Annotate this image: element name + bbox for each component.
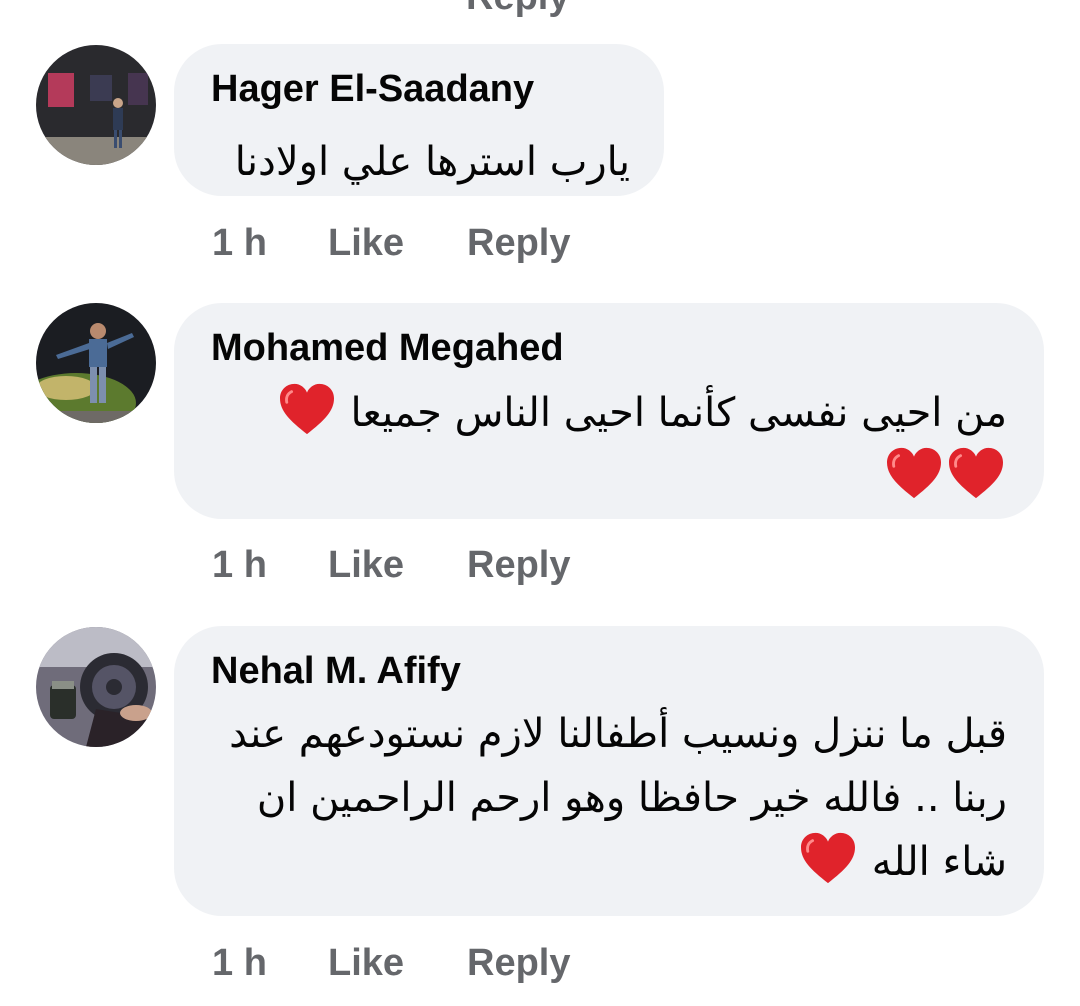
comment-bubble: Hager El-Saadany يارب استرها علي اولادنا bbox=[174, 44, 664, 196]
reply-button[interactable]: Reply bbox=[467, 222, 570, 265]
comment-author[interactable]: Hager El-Saadany bbox=[211, 68, 534, 111]
red-heart-emoji bbox=[947, 446, 1005, 500]
comment-line: شاء الله bbox=[229, 830, 1007, 894]
like-button[interactable]: Like bbox=[328, 942, 404, 985]
comment-timestamp[interactable]: 1 h bbox=[212, 544, 267, 587]
previous-reply-link[interactable]: Reply bbox=[466, 0, 569, 19]
red-heart-emoji bbox=[885, 446, 943, 500]
reply-button[interactable]: Reply bbox=[467, 544, 570, 587]
comment-author[interactable]: Nehal M. Afify bbox=[211, 650, 461, 693]
comment-text: قبل ما ننزل ونسيب أطفالنا لازم نستودعهم … bbox=[229, 702, 1007, 894]
comment-line: ربنا .. فالله خير حافظا وهو ارحم الراحمي… bbox=[256, 775, 1007, 821]
comment-bubble: Mohamed Megahed من احيى نفسى كأنما احيى … bbox=[174, 303, 1044, 519]
comment-bubble: Nehal M. Afify قبل ما ننزل ونسيب أطفالنا… bbox=[174, 626, 1044, 916]
red-heart-emoji bbox=[278, 382, 336, 436]
comment-text: من احيى نفسى كأنما احيى الناس جميعا bbox=[276, 381, 1007, 509]
avatar-photo bbox=[36, 627, 156, 747]
red-heart-emoji bbox=[799, 831, 857, 885]
like-button[interactable]: Like bbox=[328, 222, 404, 265]
avatar-photo bbox=[36, 303, 156, 423]
avatar-photo bbox=[36, 45, 156, 165]
comment-timestamp[interactable]: 1 h bbox=[212, 942, 267, 985]
avatar[interactable] bbox=[36, 627, 156, 747]
comment-line bbox=[276, 445, 1007, 509]
comment-line: قبل ما ننزل ونسيب أطفالنا لازم نستودعهم … bbox=[229, 711, 1007, 757]
reply-button[interactable]: Reply bbox=[467, 942, 570, 985]
avatar[interactable] bbox=[36, 303, 156, 423]
like-button[interactable]: Like bbox=[328, 544, 404, 587]
comment-line: يارب استرها علي اولادنا bbox=[234, 139, 630, 185]
comment-timestamp[interactable]: 1 h bbox=[212, 222, 267, 265]
comment-line: من احيى نفسى كأنما احيى الناس جميعا bbox=[276, 381, 1007, 445]
avatar[interactable] bbox=[36, 45, 156, 165]
comment-author[interactable]: Mohamed Megahed bbox=[211, 327, 564, 370]
comment-text: يارب استرها علي اولادنا bbox=[235, 130, 630, 194]
